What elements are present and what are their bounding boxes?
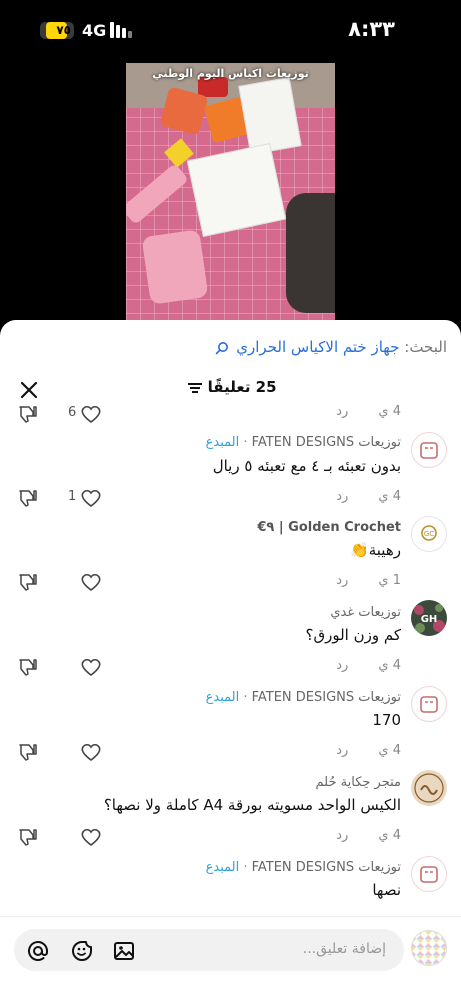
comment-author[interactable]: توزيعات غدي — [330, 605, 401, 620]
comment-author[interactable]: توزيعات FATEN DESIGNS · المبدع — [206, 690, 401, 705]
brand-logo-icon — [420, 442, 438, 459]
comment-author[interactable]: متجر حِكاية حُلم — [316, 775, 401, 790]
creator-badge: · المبدع — [205, 435, 248, 450]
reply-button[interactable]: رد — [336, 743, 348, 758]
comment-time: 4 ي — [378, 404, 401, 419]
heart-icon[interactable] — [80, 827, 102, 847]
reply-button[interactable]: رد — [336, 828, 348, 843]
status-bar: ٧٥ 4G ٨:٣٣ — [0, 0, 461, 62]
like-count: 6 — [68, 405, 77, 420]
avatar[interactable] — [411, 856, 447, 892]
comment-meta: 4 ي رد — [336, 828, 401, 843]
battery-indicator: ٧٥ — [40, 22, 74, 39]
comment-meta: 4 ي رد — [336, 743, 401, 758]
comment-actions — [16, 572, 116, 592]
thumbs-down-icon[interactable] — [16, 827, 38, 847]
avatar[interactable]: GH — [411, 600, 447, 636]
avatar[interactable] — [411, 686, 447, 722]
comment-time: 4 ي — [378, 743, 401, 758]
clock: ٨:٣٣ — [348, 17, 395, 41]
thumbs-down-icon[interactable] — [16, 657, 38, 677]
comment-time: 4 ي — [378, 828, 401, 843]
comment-text: كم وزن الورق؟ — [305, 626, 402, 644]
comment-actions — [16, 657, 116, 677]
brand-logo-icon — [420, 696, 438, 713]
heart-icon[interactable] — [80, 657, 102, 677]
comment-author[interactable]: Golden Crochet | ٩€ — [257, 520, 401, 535]
reply-button[interactable]: رد — [336, 489, 348, 504]
image-icon[interactable] — [112, 939, 136, 963]
store-logo-icon — [414, 773, 444, 803]
comment-time: 4 ي — [378, 489, 401, 504]
comment-actions: 1 — [16, 488, 116, 508]
comment-time: 4 ي — [378, 658, 401, 673]
thumbs-down-icon[interactable] — [16, 404, 38, 424]
heart-icon[interactable] — [80, 488, 102, 508]
creator-badge: · المبدع — [205, 690, 248, 705]
reply-button[interactable]: رد — [336, 658, 348, 673]
svg-text:GC: GC — [424, 530, 434, 538]
user-avatar[interactable] — [411, 930, 447, 966]
search-term[interactable]: جهاز ختم الاكياس الحراري — [236, 338, 399, 356]
brand-logo-icon — [420, 866, 438, 883]
comment-actions — [16, 742, 116, 762]
network-type: 4G — [82, 21, 107, 40]
comment-time: 1 ي — [378, 573, 401, 588]
comment-meta: 1 ي رد — [336, 573, 401, 588]
reply-button[interactable]: رد — [336, 573, 348, 588]
reply-button[interactable]: رد — [336, 404, 348, 419]
comment-meta: 4 ي رد — [336, 489, 401, 504]
comment-actions — [16, 827, 116, 847]
battery-level: ٧٥ — [56, 23, 71, 37]
video-player[interactable]: توزيعات اكياس اليوم الوطني — [126, 63, 335, 325]
comment-text: رهيبة👏 — [350, 541, 401, 559]
thumbs-down-icon[interactable] — [16, 572, 38, 592]
comment-text: بدون تعبئه بـ ٤ مع تعبئه ٥ ريال — [212, 457, 401, 475]
comment-text: 170 — [372, 711, 401, 729]
comment-composer: إضافة تعليق... — [0, 916, 461, 1000]
brand-logo-icon: GC — [421, 525, 437, 541]
creator-badge: · المبدع — [205, 860, 248, 875]
comment-author[interactable]: توزيعات FATEN DESIGNS · المبدع — [206, 860, 401, 875]
at-icon[interactable] — [26, 939, 50, 963]
search-suggestion[interactable]: البحث: جهاز ختم الاكياس الحراري — [215, 338, 447, 356]
video-caption: توزيعات اكياس اليوم الوطني — [152, 67, 309, 80]
search-prefix: البحث: — [404, 338, 447, 356]
comment-text: الكيس الواحد مسويته بورقة A4 كاملة ولا ن… — [103, 796, 401, 814]
comment-text: نصها — [372, 881, 401, 899]
comment-input-placeholder: إضافة تعليق... — [302, 941, 386, 957]
comment-actions: 6 — [16, 404, 116, 424]
search-icon — [216, 341, 229, 354]
thumbs-down-icon[interactable] — [16, 488, 38, 508]
heart-icon[interactable] — [80, 404, 102, 424]
floral-avatar-icon: GH — [414, 604, 445, 633]
svg-text:GH: GH — [421, 614, 438, 625]
heart-icon[interactable] — [80, 742, 102, 762]
emoji-icon[interactable] — [70, 939, 94, 963]
comment-list[interactable]: 4 ي رد 6 توزيعات FATEN DESIGNS · المبدع … — [0, 404, 461, 916]
comment-input[interactable]: إضافة تعليق... — [14, 929, 404, 971]
comments-header: 25 تعليقًا — [0, 372, 461, 408]
comment-count-label: 25 تعليقًا — [207, 378, 277, 396]
comment-author[interactable]: توزيعات FATEN DESIGNS · المبدع — [206, 435, 401, 450]
avatar[interactable] — [411, 770, 447, 806]
heart-icon[interactable] — [80, 572, 102, 592]
avatar[interactable] — [411, 432, 447, 468]
comment-count[interactable]: 25 تعليقًا — [0, 378, 461, 396]
thumbs-down-icon[interactable] — [16, 742, 38, 762]
like-count: 1 — [68, 489, 77, 504]
comments-sheet: البحث: جهاز ختم الاكياس الحراري 25 تعليق… — [0, 320, 461, 1000]
signal-icon — [110, 22, 136, 38]
comment-meta: 4 ي رد — [336, 404, 401, 419]
comment-meta: 4 ي رد — [336, 658, 401, 673]
avatar[interactable]: GC — [411, 516, 447, 552]
filter-icon[interactable] — [188, 382, 203, 394]
